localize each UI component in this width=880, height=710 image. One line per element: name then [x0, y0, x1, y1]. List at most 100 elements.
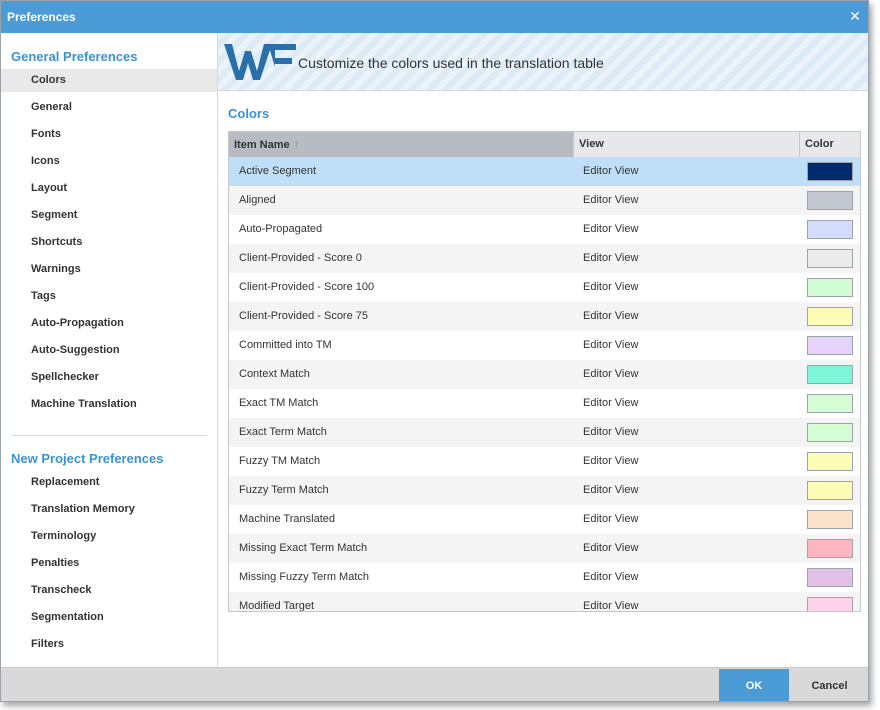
sidebar-item-colors[interactable]: Colors — [1, 69, 217, 92]
table-row[interactable]: Modified Target Editor View — [229, 592, 860, 612]
view-cell: Editor View — [583, 339, 639, 351]
sidebar-item-general[interactable]: General — [1, 96, 217, 119]
item-name-cell: Exact TM Match — [239, 397, 319, 409]
color-swatch[interactable] — [807, 162, 853, 181]
table-row[interactable]: Client-Provided - Score 75 Editor View — [229, 302, 860, 331]
sidebar-item-spellchecker[interactable]: Spellchecker — [1, 366, 217, 389]
column-header-color[interactable]: Color — [800, 132, 860, 157]
item-name-cell: Client-Provided - Score 100 — [239, 281, 375, 293]
table-row[interactable]: Missing Fuzzy Term Match Editor View — [229, 563, 860, 592]
item-name-cell: Client-Provided - Score 0 — [239, 252, 362, 264]
sidebar: General Preferences Colors General Fonts Ic… — [1, 33, 218, 667]
item-name-cell: Fuzzy Term Match — [239, 484, 329, 496]
general-preferences-title: General Preferences — [11, 49, 138, 64]
view-cell: Editor View — [583, 194, 639, 206]
color-swatch[interactable] — [807, 249, 853, 268]
color-swatch[interactable] — [807, 452, 853, 471]
color-swatch[interactable] — [807, 568, 853, 587]
sidebar-item-tags[interactable]: Tags — [1, 285, 217, 308]
view-cell: Editor View — [583, 281, 639, 293]
sidebar-item-auto-propagation[interactable]: Auto-Propagation — [1, 312, 217, 335]
color-swatch[interactable] — [807, 336, 853, 355]
sidebar-item-warnings[interactable]: Warnings — [1, 258, 217, 281]
table-row[interactable]: Auto-Propagated Editor View — [229, 215, 860, 244]
item-name-cell: Aligned — [239, 194, 276, 206]
color-swatch[interactable] — [807, 481, 853, 500]
color-swatch[interactable] — [807, 510, 853, 529]
sidebar-item-icons[interactable]: Icons — [1, 150, 217, 173]
sidebar-item-layout[interactable]: Layout — [1, 177, 217, 200]
cancel-button[interactable]: Cancel — [789, 669, 868, 701]
column-header-view[interactable]: View — [574, 132, 800, 157]
table-row[interactable]: Client-Provided - Score 0 Editor View — [229, 244, 860, 273]
sidebar-item-translation-memory[interactable]: Translation Memory — [1, 498, 217, 521]
sidebar-item-replacement[interactable]: Replacement — [1, 471, 217, 494]
sort-up-arrow-icon: ↑ — [293, 137, 300, 151]
color-swatch[interactable] — [807, 278, 853, 297]
table-row[interactable]: Exact Term Match Editor View — [229, 418, 860, 447]
table-row[interactable]: Client-Provided - Score 100 Editor View — [229, 273, 860, 302]
color-swatch[interactable] — [807, 539, 853, 558]
table-header: Item Name ↑ View Color — [229, 132, 860, 157]
color-swatch[interactable] — [807, 191, 853, 210]
new-project-preferences-title: New Project Preferences — [11, 451, 164, 466]
item-name-cell: Auto-Propagated — [239, 223, 323, 235]
item-name-cell: Exact Term Match — [239, 426, 327, 438]
color-swatch[interactable] — [807, 307, 853, 326]
view-cell: Editor View — [583, 542, 639, 554]
sidebar-item-terminology[interactable]: Terminology — [1, 525, 217, 548]
column-header-item-name[interactable]: Item Name ↑ — [229, 132, 574, 157]
sidebar-item-auto-suggestion[interactable]: Auto-Suggestion — [1, 339, 217, 362]
sidebar-item-segment[interactable]: Segment — [1, 204, 217, 227]
table-row[interactable]: Fuzzy TM Match Editor View — [229, 447, 860, 476]
item-name-cell: Modified Target — [239, 600, 315, 612]
table-row[interactable]: Exact TM Match Editor View — [229, 389, 860, 418]
item-name-cell: Context Match — [239, 368, 310, 380]
color-swatch[interactable] — [807, 597, 853, 611]
table-row[interactable]: Aligned Editor View — [229, 186, 860, 215]
table-row[interactable]: Missing Exact Term Match Editor View — [229, 534, 860, 563]
view-cell: Editor View — [583, 310, 639, 322]
ok-button[interactable]: OK — [719, 669, 789, 701]
view-cell: Editor View — [583, 397, 639, 409]
view-cell: Editor View — [583, 571, 639, 583]
table-row[interactable]: Context Match Editor View — [229, 360, 860, 389]
sidebar-item-fonts[interactable]: Fonts — [1, 123, 217, 146]
window-title: Preferences — [7, 10, 76, 24]
item-name-cell: Machine Translated — [239, 513, 335, 525]
title-bar[interactable]: Preferences ✕ — [1, 1, 868, 33]
table-row[interactable]: Active Segment Editor View — [229, 157, 860, 186]
view-cell: Editor View — [583, 252, 639, 264]
table-row[interactable]: Fuzzy Term Match Editor View — [229, 476, 860, 505]
page-title: Colors — [228, 106, 270, 121]
sidebar-item-penalties[interactable]: Penalties — [1, 552, 217, 575]
item-name-cell: Client-Provided - Score 75 — [239, 310, 369, 322]
sidebar-item-filters[interactable]: Filters — [1, 633, 217, 656]
item-name-cell: Fuzzy TM Match — [239, 455, 321, 467]
table-body[interactable]: Active Segment Editor View Aligned Editor V… — [229, 157, 860, 612]
item-name-cell: Active Segment — [239, 165, 317, 177]
view-cell: Editor View — [583, 368, 639, 380]
color-swatch[interactable] — [807, 394, 853, 413]
sidebar-item-transcheck[interactable]: Transcheck — [1, 579, 217, 602]
sidebar-item-machine-translation[interactable]: Machine Translation — [1, 393, 217, 416]
color-swatch[interactable] — [807, 220, 853, 239]
sidebar-item-segmentation[interactable]: Segmentation — [1, 606, 217, 629]
item-name-cell: Missing Fuzzy Term Match — [239, 571, 369, 583]
color-swatch[interactable] — [807, 365, 853, 384]
view-cell: Editor View — [583, 513, 639, 525]
item-name-cell: Missing Exact Term Match — [239, 542, 368, 554]
sidebar-item-shortcuts[interactable]: Shortcuts — [1, 231, 217, 254]
sidebar-divider — [11, 435, 207, 436]
view-cell: Editor View — [583, 484, 639, 496]
view-cell: Editor View — [583, 455, 639, 467]
banner-text: Customize the colors used in the transla… — [298, 55, 604, 71]
table-row[interactable]: Committed into TM Editor View — [229, 331, 860, 360]
column-header-item-name-label: Item Name — [234, 139, 290, 151]
dialog-footer: OK Cancel — [1, 667, 868, 701]
table-row[interactable]: Machine Translated Editor View — [229, 505, 860, 534]
view-cell: Editor View — [583, 165, 639, 177]
close-icon[interactable]: ✕ — [848, 8, 862, 24]
color-swatch[interactable] — [807, 423, 853, 442]
view-cell: Editor View — [583, 426, 639, 438]
